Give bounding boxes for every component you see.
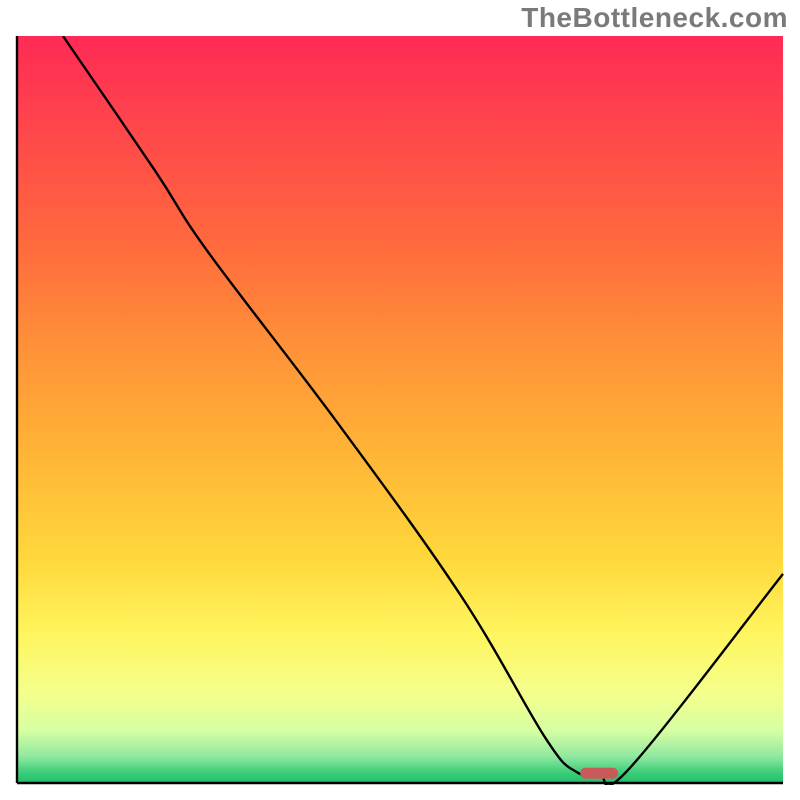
gradient-background xyxy=(17,36,783,783)
chart-container: TheBottleneck.com xyxy=(0,0,800,800)
watermark-label: TheBottleneck.com xyxy=(521,2,788,34)
chart-svg xyxy=(15,36,785,785)
optimal-marker xyxy=(580,768,618,779)
